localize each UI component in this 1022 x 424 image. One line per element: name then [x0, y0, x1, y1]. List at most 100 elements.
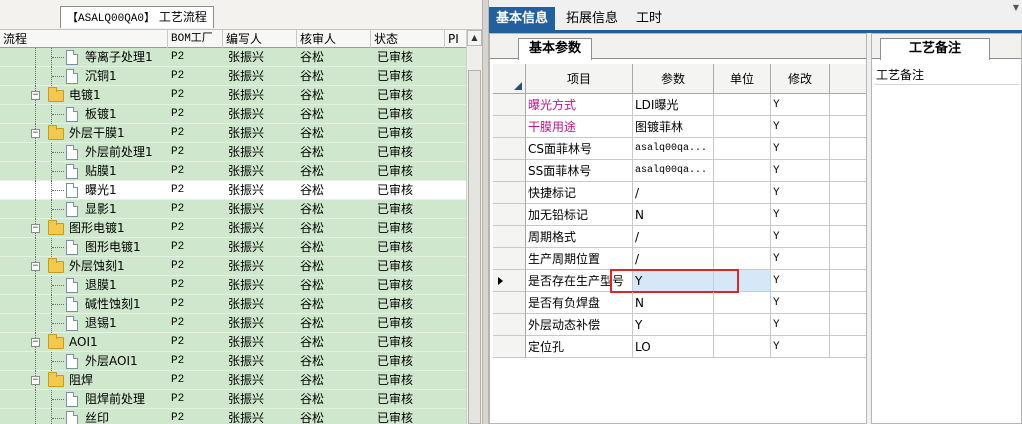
- tree-step-row[interactable]: 退锡1 P2 张振兴 谷松 已审核: [0, 314, 466, 333]
- param-modify-cell[interactable]: Y: [771, 204, 830, 226]
- param-modify-cell[interactable]: Y: [771, 336, 830, 358]
- param-unit-cell[interactable]: [714, 182, 771, 204]
- param-unit-cell[interactable]: [714, 292, 771, 314]
- scroll-up-button[interactable]: ▲: [467, 30, 482, 46]
- param-modify-cell[interactable]: Y: [771, 292, 830, 314]
- tree-group-row[interactable]: − 电镀1 P2 张振兴 谷松 已审核: [0, 86, 466, 105]
- param-value-cell[interactable]: LO: [633, 336, 714, 358]
- param-row[interactable]: 快捷标记 / Y: [493, 182, 866, 204]
- tab-basic-info[interactable]: 基本信息: [489, 7, 556, 31]
- row-header-cell[interactable]: [493, 182, 526, 204]
- param-modify-cell[interactable]: Y: [771, 160, 830, 182]
- panel-splitter[interactable]: [482, 0, 489, 424]
- param-modify-cell[interactable]: Y: [771, 248, 830, 270]
- row-header-cell[interactable]: [493, 204, 526, 226]
- collapse-toggle-icon[interactable]: −: [31, 224, 40, 233]
- row-header-cell[interactable]: [493, 314, 526, 336]
- row-header-cell[interactable]: [493, 270, 526, 292]
- row-header-cell[interactable]: [493, 160, 526, 182]
- param-unit-cell[interactable]: [714, 336, 771, 358]
- row-header-cell[interactable]: [493, 116, 526, 138]
- tab-work-hours[interactable]: 工时: [629, 8, 669, 30]
- row-header-cell[interactable]: [493, 248, 526, 270]
- tree-step-row[interactable]: 图形电镀1 P2 张振兴 谷松 已审核: [0, 238, 466, 257]
- param-row[interactable]: 外层动态补偿 Y Y: [493, 314, 866, 336]
- tree-step-row[interactable]: 退膜1 P2 张振兴 谷松 已审核: [0, 276, 466, 295]
- tree-step-row[interactable]: 丝印 P2 张振兴 谷松 已审核: [0, 409, 466, 424]
- collapse-toggle-icon[interactable]: −: [31, 262, 40, 271]
- tab-basic-params[interactable]: 基本参数: [518, 38, 593, 60]
- param-row[interactable]: 定位孔 LO Y: [493, 336, 866, 358]
- param-row[interactable]: 周期格式 / Y: [493, 226, 866, 248]
- tabbar-dropdown-icon[interactable]: ▼: [1013, 3, 1019, 12]
- grid-corner[interactable]: [493, 64, 526, 94]
- tree-step-row[interactable]: 外层前处理1 P2 张振兴 谷松 已审核: [0, 143, 466, 162]
- collapse-toggle-icon[interactable]: −: [31, 129, 40, 138]
- tab-process-remarks[interactable]: 工艺备注: [880, 38, 991, 60]
- param-row[interactable]: 是否存在生产型号 Y Y: [493, 269, 866, 293]
- tree-step-row[interactable]: 沉铜1 P2 张振兴 谷松 已审核: [0, 67, 466, 86]
- param-unit-cell[interactable]: [714, 116, 771, 138]
- tree-step-row[interactable]: 碱性蚀刻1 P2 张振兴 谷松 已审核: [0, 295, 466, 314]
- column-header-status[interactable]: 状态: [371, 30, 445, 48]
- column-header-flow[interactable]: 流程: [0, 30, 168, 48]
- collapse-toggle-icon[interactable]: −: [31, 338, 40, 347]
- param-value-cell[interactable]: /: [633, 182, 714, 204]
- grid-header-modify[interactable]: 修改: [771, 64, 830, 94]
- collapse-toggle-icon[interactable]: −: [31, 91, 40, 100]
- param-unit-cell[interactable]: [714, 160, 771, 182]
- param-row[interactable]: 生产周期位置 / Y: [493, 248, 866, 270]
- column-header-bom[interactable]: BOM工厂: [168, 30, 223, 48]
- tree-step-row[interactable]: 阻焊前处理 P2 张振兴 谷松 已审核: [0, 390, 466, 409]
- param-unit-cell[interactable]: [714, 248, 771, 270]
- tree-group-row[interactable]: − 图形电镀1 P2 张振兴 谷松 已审核: [0, 219, 466, 238]
- param-value-cell[interactable]: /: [633, 226, 714, 248]
- param-unit-cell[interactable]: [714, 204, 771, 226]
- param-value-cell[interactable]: 图镀菲林: [633, 116, 714, 138]
- param-modify-cell[interactable]: Y: [771, 314, 830, 336]
- left-vertical-scrollbar[interactable]: ▲: [466, 30, 482, 424]
- column-header-writer[interactable]: 编写人: [223, 30, 297, 48]
- param-value-cell[interactable]: LDI曝光: [633, 94, 714, 116]
- param-value-cell[interactable]: N: [633, 204, 714, 226]
- tree-step-row[interactable]: 显影1 P2 张振兴 谷松 已审核: [0, 200, 466, 219]
- row-header-cell[interactable]: [493, 226, 526, 248]
- param-row[interactable]: 加无铅标记 N Y: [493, 204, 866, 226]
- tree-group-row[interactable]: − 外层蚀刻1 P2 张振兴 谷松 已审核: [0, 257, 466, 276]
- tree-group-row[interactable]: − 阻焊 P2 张振兴 谷松 已审核: [0, 371, 466, 390]
- param-modify-cell[interactable]: Y: [771, 94, 830, 116]
- tree-step-row[interactable]: 等离子处理1 P2 张振兴 谷松 已审核: [0, 48, 466, 67]
- row-header-cell[interactable]: [493, 336, 526, 358]
- param-value-cell[interactable]: asalq00qa...: [633, 138, 714, 160]
- param-row[interactable]: 是否有负焊盘 N Y: [493, 292, 866, 314]
- tree-step-row[interactable]: 板镀1 P2 张振兴 谷松 已审核: [0, 105, 466, 124]
- param-modify-cell[interactable]: Y: [771, 182, 830, 204]
- column-header-reviewer[interactable]: 核审人: [297, 30, 371, 48]
- scroll-thumb[interactable]: [468, 70, 481, 424]
- param-value-cell[interactable]: asalq00qa...: [633, 160, 714, 182]
- tree-step-row[interactable]: 贴膜1 P2 张振兴 谷松 已审核: [0, 162, 466, 181]
- param-unit-cell[interactable]: [714, 226, 771, 248]
- row-header-cell[interactable]: [493, 94, 526, 116]
- tree-group-row[interactable]: − AOI1 P2 张振兴 谷松 已审核: [0, 333, 466, 352]
- grid-header-param[interactable]: 参数: [633, 64, 714, 94]
- param-row[interactable]: SS面菲林号 asalq00qa... Y: [493, 160, 866, 182]
- tree-group-row[interactable]: − 外层干膜1 P2 张振兴 谷松 已审核: [0, 124, 466, 143]
- tree-step-row[interactable]: 外层AOI1 P2 张振兴 谷松 已审核: [0, 352, 466, 371]
- param-value-cell[interactable]: N: [633, 292, 714, 314]
- row-header-cell[interactable]: [493, 138, 526, 160]
- param-value-cell[interactable]: /: [633, 248, 714, 270]
- process-flow-tab[interactable]: 【ASALQ00QA0】 工艺流程: [60, 6, 214, 28]
- param-modify-cell[interactable]: Y: [771, 270, 830, 292]
- grid-header-item[interactable]: 项目: [526, 64, 633, 94]
- param-row[interactable]: 干膜用途 图镀菲林 Y: [493, 116, 866, 138]
- param-modify-cell[interactable]: Y: [771, 116, 830, 138]
- param-row[interactable]: CS面菲林号 asalq00qa... Y: [493, 138, 866, 160]
- tree-step-row[interactable]: 曝光1 P2 张振兴 谷松 已审核: [0, 181, 466, 200]
- param-unit-cell[interactable]: [714, 94, 771, 116]
- param-unit-cell[interactable]: [714, 138, 771, 160]
- param-unit-cell[interactable]: [714, 314, 771, 336]
- collapse-toggle-icon[interactable]: −: [31, 376, 40, 385]
- param-modify-cell[interactable]: Y: [771, 138, 830, 160]
- grid-header-unit[interactable]: 单位: [714, 64, 771, 94]
